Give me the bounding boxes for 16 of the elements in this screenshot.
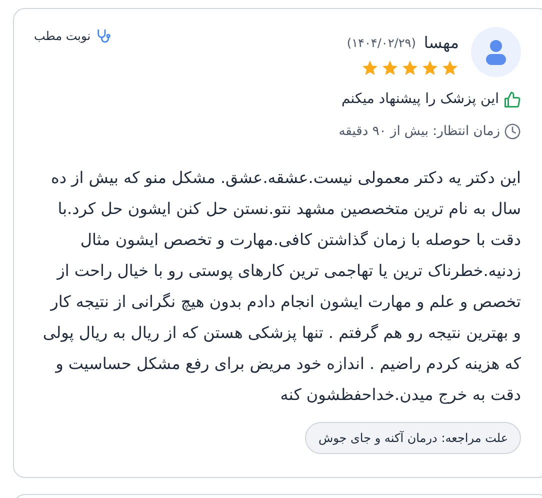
clock-icon (504, 123, 521, 140)
author-name: مهسا (424, 32, 459, 54)
review-date: (۱۴۰۴/۰۲/۲۹) (346, 35, 416, 52)
star-icon (361, 59, 379, 77)
visit-reason-tag: علت مراجعه: درمان آکنه و جای جوش (305, 422, 521, 454)
star-icon (401, 59, 419, 77)
user-icon (485, 39, 507, 65)
star-icon (421, 59, 439, 77)
visit-type: نوبت مطب (34, 28, 91, 45)
recommendation-text: این پزشک را پیشنهاد میکنم (341, 90, 499, 109)
stethoscope-icon (94, 28, 111, 44)
review-text: این دکتر یه دکتر معمولی نیست.عشقه.عشق. مشکل منو که بیش از ده سال به نام ترین متخصصین مشهد نتو.نستن حل کنن ایشون حل کرد.با دقت با حوصله با زمان گذاشتن کافی.مهارت و تخصص ایشون مثال زدنیه.خطرناک ترین یا تهاجمی ترین کارهای پوستی رو با خیال راحت از تخصص و علم و مهارت ایشون انجام دادم بدون هیچ نگرانی از نتیجه کار و بهترین نتیجه رو هم گرفتم . تنها پزشکی هستن که از ریال به ریال پولی که هزینه کردم راضیم . اندازه خود مریض برای رفع مشکل حساسیت و دقت به خرج میدن.خداحفظشون کنه (42, 166, 521, 406)
star-icon (381, 59, 399, 77)
star-icon (441, 59, 459, 77)
wait-time: زمان انتظار: بیش از ۹۰ دقیقه (338, 123, 500, 141)
thumbs-up-icon (503, 90, 521, 108)
